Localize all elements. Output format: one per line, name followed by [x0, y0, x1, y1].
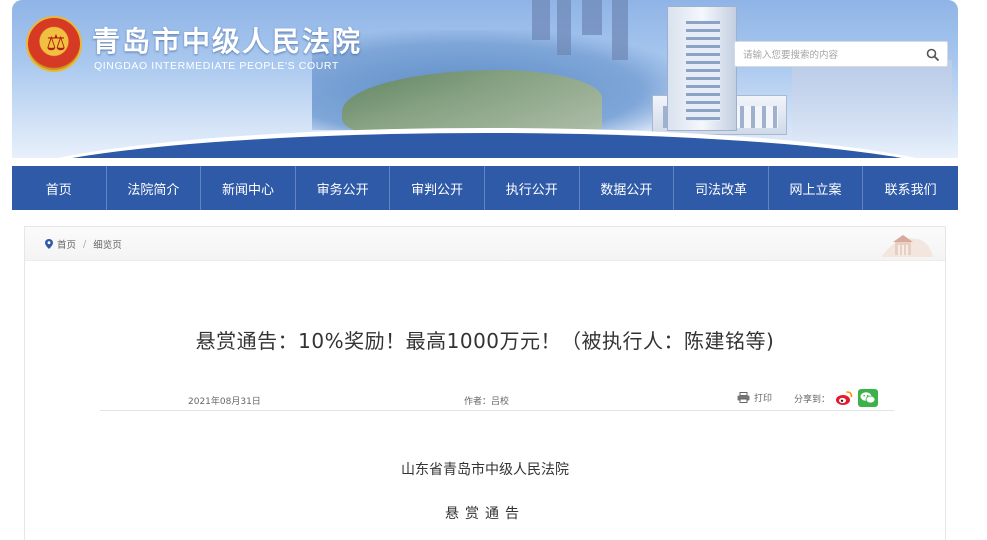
breadcrumb-home-link[interactable]: 首页 — [57, 237, 76, 251]
search-button[interactable] — [917, 42, 947, 66]
breadcrumb-bar: 首页 / 细览页 — [25, 227, 945, 261]
print-button[interactable]: 打印 — [737, 389, 772, 405]
article-panel: 首页 / 细览页 悬赏通告：10%奖励！最高1000万元！（被执行人：陈建铭等)… — [24, 226, 946, 540]
printer-icon — [737, 391, 750, 403]
banner-skyline — [582, 0, 602, 35]
location-pin-icon — [45, 239, 53, 249]
scales-icon: ⚖ — [46, 31, 66, 56]
banner-skyline — [612, 0, 628, 60]
nav-item-online-filing[interactable]: 网上立案 — [769, 166, 864, 210]
banner-skyline — [532, 0, 550, 40]
wechat-icon[interactable] — [858, 389, 879, 407]
nav-item-home[interactable]: 首页 — [12, 166, 107, 210]
nav-item-court-affairs[interactable]: 审务公开 — [296, 166, 391, 210]
court-emblem-logo[interactable]: ⚖ — [26, 16, 82, 72]
search-box — [734, 41, 948, 67]
building-decoration-icon — [881, 235, 933, 257]
search-icon — [926, 48, 939, 61]
breadcrumb-separator: / — [83, 238, 87, 250]
nav-item-news[interactable]: 新闻中心 — [201, 166, 296, 210]
nav-item-judicial-reform[interactable]: 司法改革 — [674, 166, 769, 210]
nav-item-data-disclosure[interactable]: 数据公开 — [580, 166, 675, 210]
page-frame: ⚖ 青岛市中级人民法院 QINGDAO INTERMEDIATE PEOPLE'… — [12, 0, 958, 540]
site-subtitle: QINGDAO INTERMEDIATE PEOPLE'S COURT — [94, 60, 339, 72]
nav-item-court-intro[interactable]: 法院简介 — [107, 166, 202, 210]
nav-item-contact[interactable]: 联系我们 — [863, 166, 958, 210]
article-author: 作者：吕校 — [464, 397, 510, 407]
nav-item-trial-disclosure[interactable]: 审判公开 — [390, 166, 485, 210]
breadcrumb: 首页 / 细览页 — [45, 237, 122, 251]
publish-date: 2021年08月31日 — [188, 397, 261, 407]
search-input[interactable] — [743, 46, 911, 64]
site-title[interactable]: 青岛市中级人民法院 — [92, 20, 362, 60]
share-label: 分享到： — [794, 394, 831, 405]
weibo-icon[interactable] — [835, 390, 853, 406]
header-banner: ⚖ 青岛市中级人民法院 QINGDAO INTERMEDIATE PEOPLE'… — [12, 0, 958, 158]
article-title: 悬赏通告：10%奖励！最高1000万元！（被执行人：陈建铭等) — [195, 329, 775, 353]
issuing-court: 山东省青岛市中级人民法院 — [401, 462, 569, 478]
court-building-tower — [667, 6, 737, 131]
main-nav: 首页 法院简介 新闻中心 审务公开 审判公开 执行公开 数据公开 司法改革 网上… — [12, 166, 958, 210]
banner-skyline — [557, 0, 571, 55]
breadcrumb-current: 细览页 — [93, 240, 122, 251]
banner-buildings — [792, 60, 952, 140]
nav-item-execution-disclosure[interactable]: 执行公开 — [485, 166, 580, 210]
print-label: 打印 — [754, 393, 773, 404]
notice-heading: 悬赏通告 — [445, 506, 525, 522]
article-meta: 2021年08月31日 作者：吕校 打印 分享到： — [100, 385, 894, 411]
share-bar: 分享到： — [794, 389, 879, 407]
